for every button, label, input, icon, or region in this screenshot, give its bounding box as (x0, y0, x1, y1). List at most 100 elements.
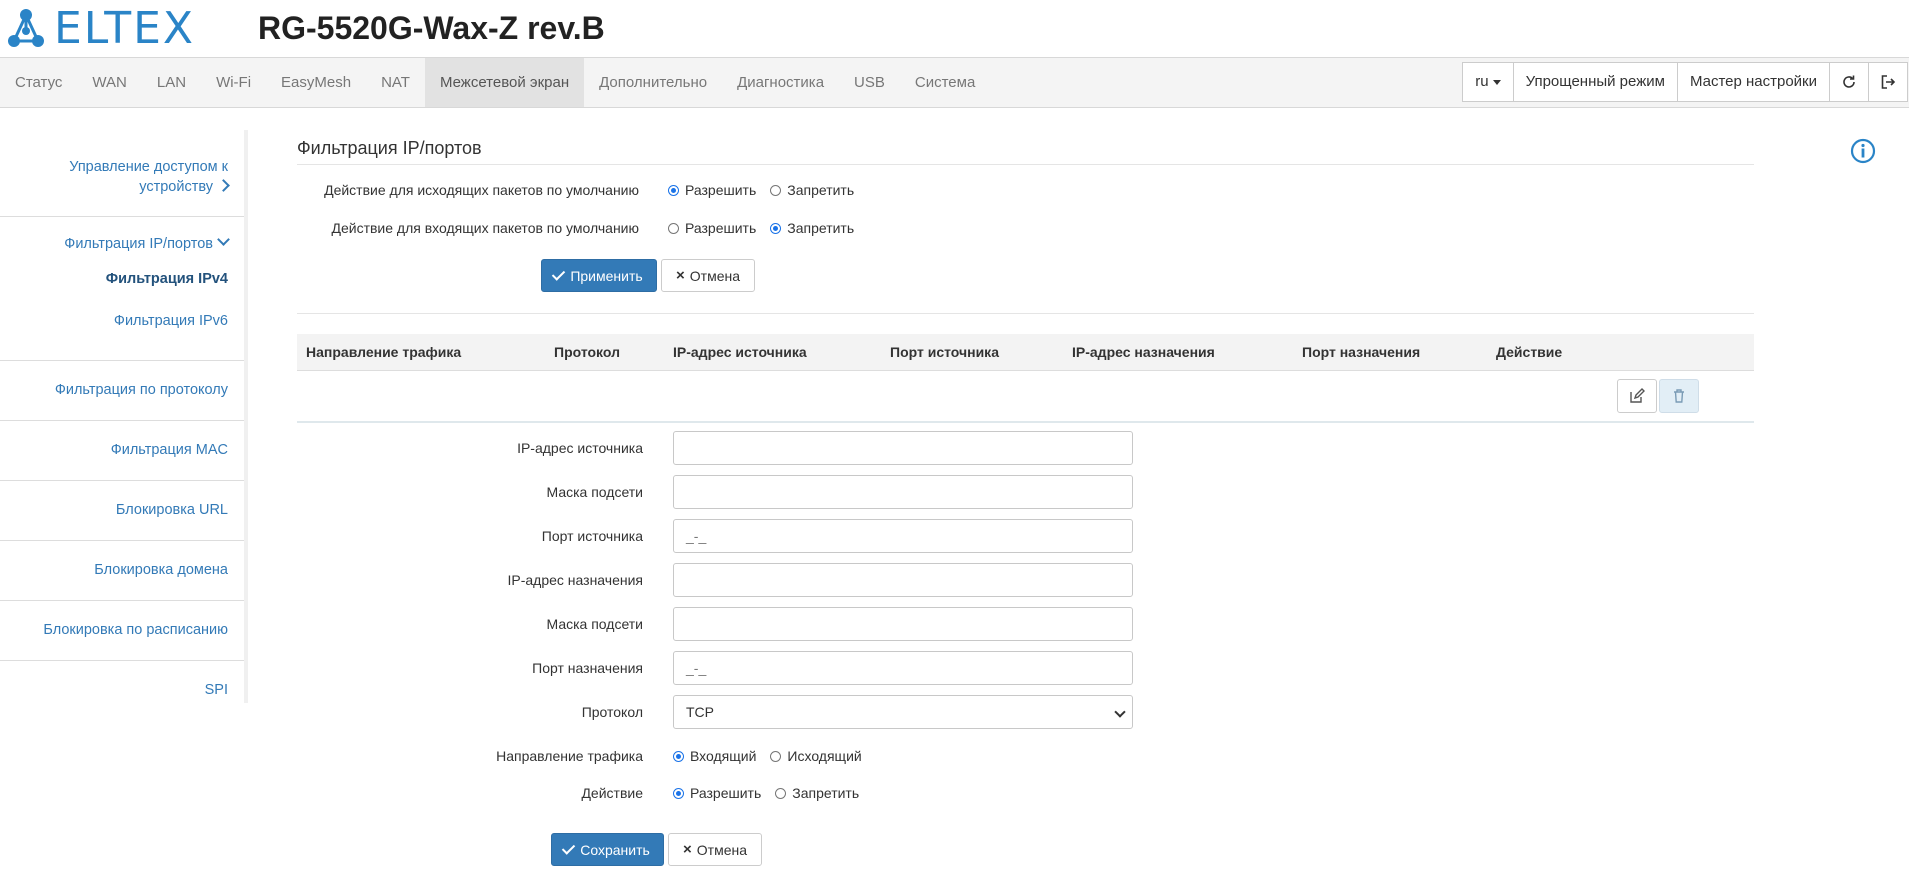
option-label: Запретить (792, 785, 860, 801)
edit-button[interactable] (1617, 379, 1657, 413)
radio-unchecked (770, 750, 782, 762)
direction-in-radio[interactable]: Входящий (673, 748, 756, 764)
sidebar-item-spi[interactable]: SPI (0, 661, 244, 720)
logo-text: ELTEX (54, 3, 196, 54)
nav-nat[interactable]: NAT (366, 58, 425, 107)
delete-button[interactable] (1659, 379, 1699, 413)
direction-out-radio[interactable]: Исходящий (770, 748, 862, 764)
dst-mask-input[interactable] (673, 607, 1133, 641)
sidebar-group-protocol: Фильтрация по протоколу (0, 361, 244, 421)
incoming-default-radios: Разрешить Запретить (668, 220, 868, 236)
button-label: Применить (570, 267, 643, 284)
simple-mode-button[interactable]: Упрощенный режим (1512, 62, 1678, 102)
rules-table-header: Направление трафика Протокол IP-адрес ис… (297, 334, 1754, 371)
main-navbar: Статус WAN LAN Wi-Fi EasyMesh NAT Межсет… (0, 57, 1909, 108)
form-cancel-button[interactable]: × Отмена (668, 833, 762, 866)
sidebar-group-mac: Фильтрация MAC (0, 421, 244, 481)
src-mask-input[interactable] (673, 475, 1133, 509)
protocol-select[interactable]: TCP (673, 695, 1133, 729)
src-ip-label: IP-адрес источника (517, 440, 643, 456)
sidebar-group-ip-filter: Фильтрация IP/портов Фильтрация IPv4 Фил… (0, 217, 244, 361)
title-divider (297, 164, 1754, 165)
refresh-button[interactable] (1829, 62, 1869, 102)
radio-checked (673, 787, 684, 799)
check-icon (552, 266, 566, 281)
sidebar-group-spi: SPI (0, 661, 244, 720)
nav-advanced[interactable]: Дополнительно (584, 58, 722, 107)
sidebar-item-access-control[interactable]: Управление доступом к устройству (0, 157, 244, 197)
option-label: Запретить (787, 220, 855, 236)
sidebar-item-ipv4[interactable]: Фильтрация IPv4 (0, 269, 244, 289)
nav-menu: Статус WAN LAN Wi-Fi EasyMesh NAT Межсет… (0, 58, 990, 107)
nav-wifi[interactable]: Wi-Fi (201, 58, 266, 107)
table-row (297, 371, 1754, 423)
action-allow-radio[interactable]: Разрешить (673, 785, 761, 801)
cancel-button[interactable]: × Отмена (661, 259, 755, 292)
chevron-right-icon (217, 179, 230, 192)
refresh-icon (1843, 75, 1855, 88)
logout-button[interactable] (1868, 62, 1908, 102)
eltex-logo[interactable]: ELTEX (4, 4, 195, 54)
incoming-deny-radio[interactable]: Запретить (770, 220, 854, 236)
button-label: Отмена (689, 267, 740, 284)
sidebar-item-protocol-filter[interactable]: Фильтрация по протоколу (0, 361, 244, 420)
col-src-ip: IP-адрес источника (673, 344, 807, 360)
nav-wan[interactable]: WAN (77, 58, 141, 107)
src-mask-label: Маска подсети (546, 484, 644, 500)
incoming-allow-radio[interactable]: Разрешить (668, 220, 756, 236)
save-button[interactable]: Сохранить (551, 833, 664, 866)
nav-diagnostics[interactable]: Диагностика (722, 58, 839, 107)
radio-checked (673, 750, 684, 762)
col-dst-ip: IP-адрес назначения (1072, 344, 1215, 360)
nav-actions: ru Упрощенный режим Мастер настройки (1462, 62, 1908, 102)
radio-unchecked (775, 787, 787, 799)
nav-easymesh[interactable]: EasyMesh (266, 58, 366, 107)
col-src-port: Порт источника (890, 344, 999, 360)
protocol-value: TCP (686, 704, 714, 720)
language-dropdown[interactable]: ru (1462, 62, 1514, 102)
nav-lan[interactable]: LAN (142, 58, 201, 107)
option-label: Запретить (787, 182, 855, 198)
chevron-down-icon (1114, 706, 1126, 718)
radio-unchecked (668, 222, 679, 234)
chevron-down-icon (217, 233, 230, 246)
apply-button[interactable]: Применить (541, 259, 657, 292)
src-ip-input[interactable] (673, 431, 1133, 465)
nav-system[interactable]: Система (900, 58, 990, 107)
dst-ip-input[interactable] (673, 563, 1133, 597)
section-divider (297, 313, 1754, 314)
nav-usb[interactable]: USB (839, 58, 900, 107)
outgoing-deny-radio[interactable]: Запретить (770, 182, 854, 198)
incoming-default-label: Действие для входящих пакетов по умолчан… (331, 220, 639, 236)
sidebar-item-ip-filter[interactable]: Фильтрация IP/портов (0, 233, 244, 254)
caret-down-icon (1492, 79, 1501, 85)
info-icon[interactable] (1850, 138, 1876, 164)
option-label: Разрешить (685, 182, 757, 198)
sidebar-item-schedule-block[interactable]: Блокировка по расписанию (0, 601, 244, 660)
radio-unchecked (770, 184, 782, 196)
src-port-input[interactable]: _-_ (673, 519, 1133, 553)
outgoing-allow-radio[interactable]: Разрешить (668, 182, 756, 198)
device-title: RG-5520G-Wax-Z rev.B (258, 10, 605, 46)
action-deny-radio[interactable]: Запретить (775, 785, 859, 801)
sidebar-item-ipv6[interactable]: Фильтрация IPv6 (0, 311, 244, 331)
dst-port-input[interactable]: _-_ (673, 651, 1133, 685)
wizard-button[interactable]: Мастер настройки (1676, 62, 1830, 102)
logo-network-icon (8, 9, 44, 47)
button-label: Отмена (696, 841, 747, 858)
outgoing-default-radios: Разрешить Запретить (668, 182, 868, 198)
radio-checked (668, 184, 679, 196)
sidebar-item-url-block[interactable]: Блокировка URL (0, 481, 244, 540)
option-label: Исходящий (787, 748, 862, 764)
src-port-label: Порт источника (541, 528, 643, 544)
sidebar-item-mac-filter[interactable]: Фильтрация MAC (0, 421, 244, 480)
option-label: Разрешить (685, 220, 757, 236)
radio-checked (770, 222, 782, 234)
option-label: Разрешить (690, 785, 762, 801)
sidebar-item-domain-block[interactable]: Блокировка домена (0, 541, 244, 600)
sidebar-group-access: Управление доступом к устройству (0, 130, 244, 217)
direction-radios: Входящий Исходящий (673, 748, 876, 764)
nav-firewall[interactable]: Межсетевой экран (424, 58, 585, 107)
action-radios: Разрешить Запретить (673, 785, 873, 801)
nav-status[interactable]: Статус (0, 58, 77, 107)
